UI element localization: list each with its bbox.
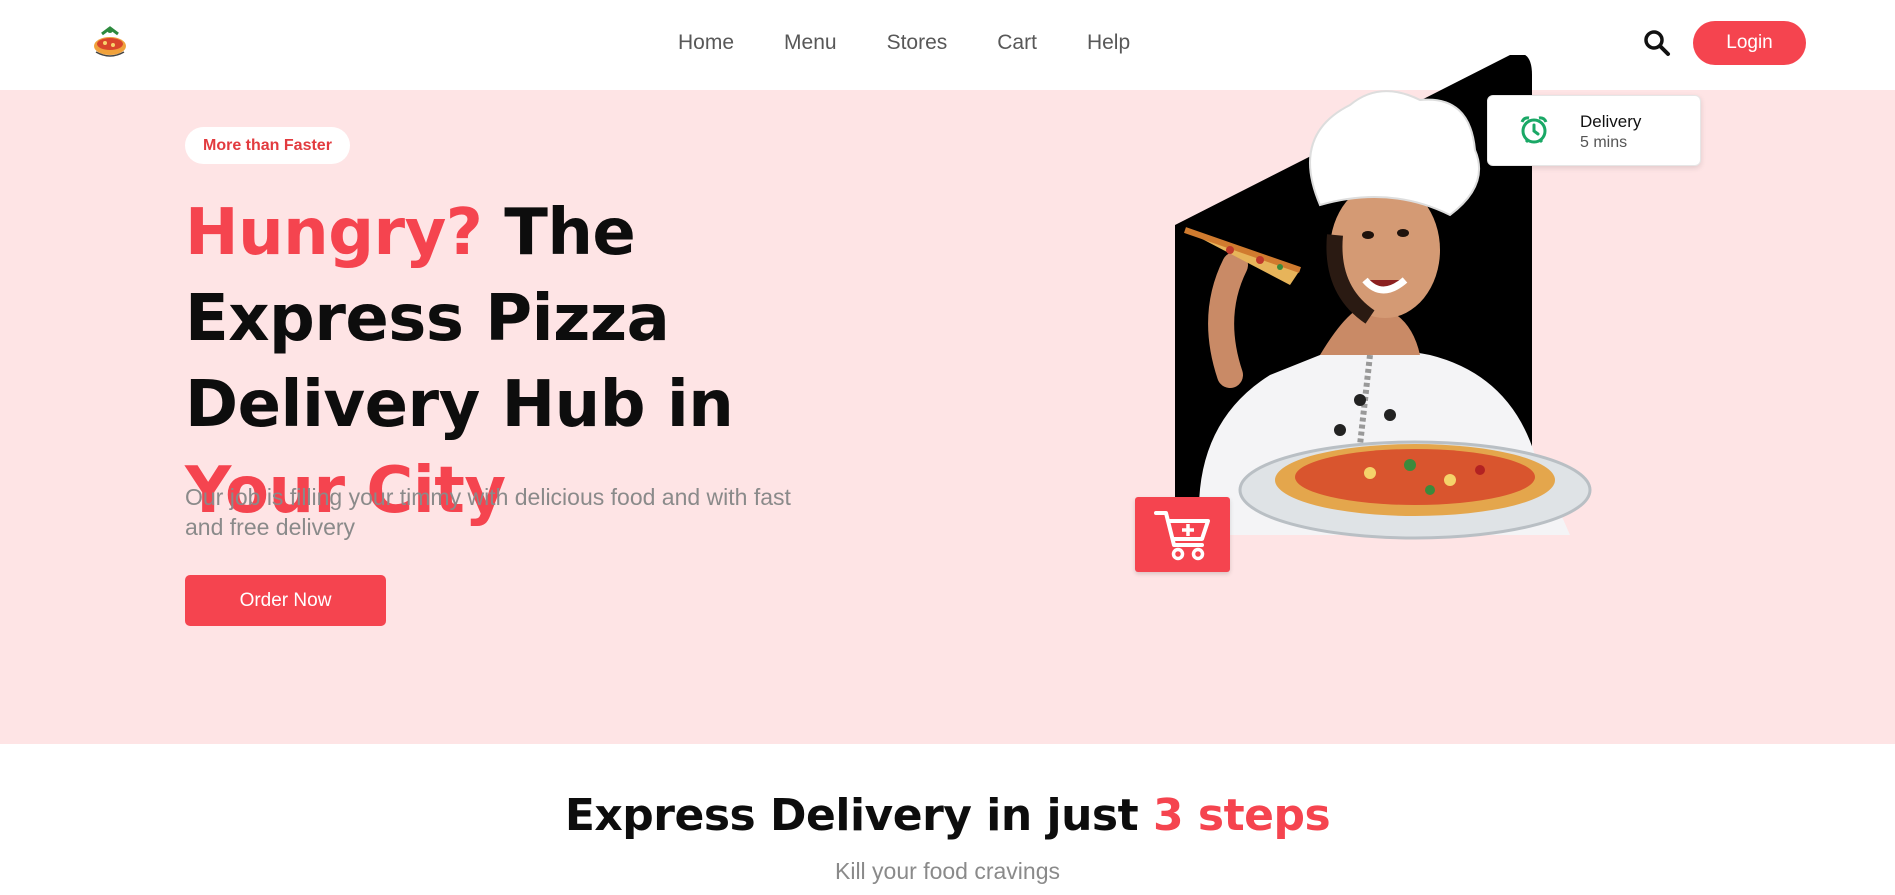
delivery-time: 5 mins [1580,134,1628,151]
pizza-logo-icon[interactable] [88,22,132,62]
steps-heading-accent: 3 steps [1152,790,1331,841]
steps-heading-main: Express Delivery in just [564,790,1153,841]
steps-heading: Express Delivery in just 3 steps [0,790,1895,841]
steps-subheading: Kill your food cravings [835,858,1060,884]
hero-subtext: Our job is filling your timmy with delic… [185,484,791,540]
main-nav: Home Menu Stores Cart Help [678,28,1130,58]
nav-help[interactable]: Help [1087,28,1130,58]
headline-accent-1: Hungry? [185,196,483,270]
add-to-cart-icon [1154,511,1210,561]
tagline-badge: More than Faster [185,127,350,164]
order-now-button[interactable]: Order Now [185,575,386,626]
add-to-cart-button[interactable] [1135,497,1230,572]
delivery-title: Delivery [1580,112,1642,131]
nav-cart[interactable]: Cart [997,28,1037,58]
delivery-time-card: Delivery 5 mins [1487,95,1701,166]
nav-home[interactable]: Home [678,28,734,58]
alarm-clock-icon [1518,114,1550,146]
nav-stores[interactable]: Stores [887,28,948,58]
search-icon[interactable] [1642,28,1672,58]
nav-menu[interactable]: Menu [784,28,837,58]
